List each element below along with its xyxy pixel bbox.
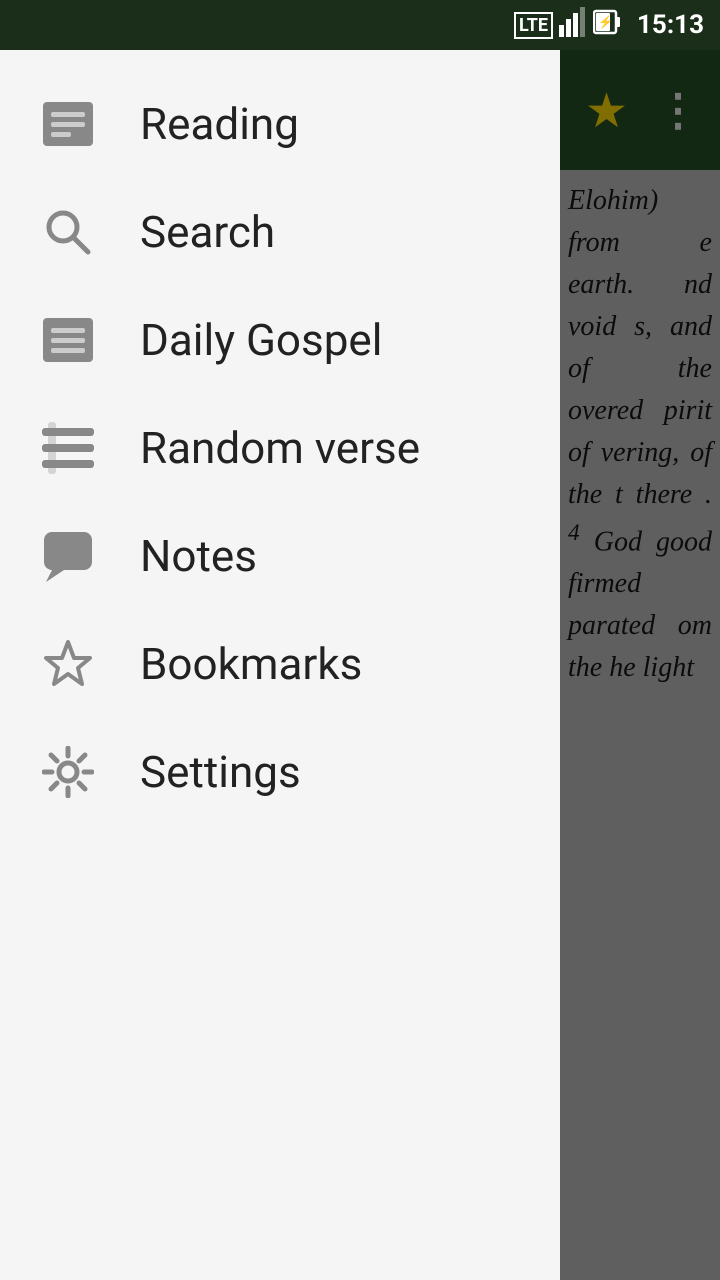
star-icon <box>40 636 96 692</box>
daily-gospel-label: Daily Gospel <box>140 314 382 366</box>
sidebar-item-bookmarks[interactable]: Bookmarks <box>0 610 560 718</box>
chat-icon <box>40 528 96 584</box>
sidebar-item-daily-gospel[interactable]: Daily Gospel <box>0 286 560 394</box>
sidebar-item-settings[interactable]: Settings <box>0 718 560 826</box>
battery-icon: ⚡ <box>593 7 621 43</box>
newspaper-icon <box>40 312 96 368</box>
signal-icon <box>559 7 587 43</box>
time-display: 15:13 <box>637 10 704 40</box>
book-icon <box>40 96 96 152</box>
reading-label: Reading <box>140 98 299 150</box>
sidebar-item-notes[interactable]: Notes <box>0 502 560 610</box>
status-icons: LTE ⚡ 15:13 <box>514 7 704 43</box>
lte-icon: LTE <box>514 12 553 39</box>
status-bar: LTE ⚡ 15:13 <box>0 0 720 50</box>
sidebar-item-search[interactable]: Search <box>0 178 560 286</box>
search-label: Search <box>140 206 275 258</box>
search-icon <box>40 204 96 260</box>
sidebar-item-random-verse[interactable]: Random verse <box>0 394 560 502</box>
sidebar-item-reading[interactable]: Reading <box>0 70 560 178</box>
list-icon <box>40 420 96 476</box>
gear-icon <box>40 744 96 800</box>
notes-label: Notes <box>140 530 257 582</box>
random-verse-label: Random verse <box>140 422 420 474</box>
settings-label: Settings <box>140 746 301 798</box>
svg-text:⚡: ⚡ <box>598 15 613 29</box>
navigation-drawer: Reading Search Daily Gospel <box>0 50 560 1280</box>
bookmarks-label: Bookmarks <box>140 638 362 690</box>
